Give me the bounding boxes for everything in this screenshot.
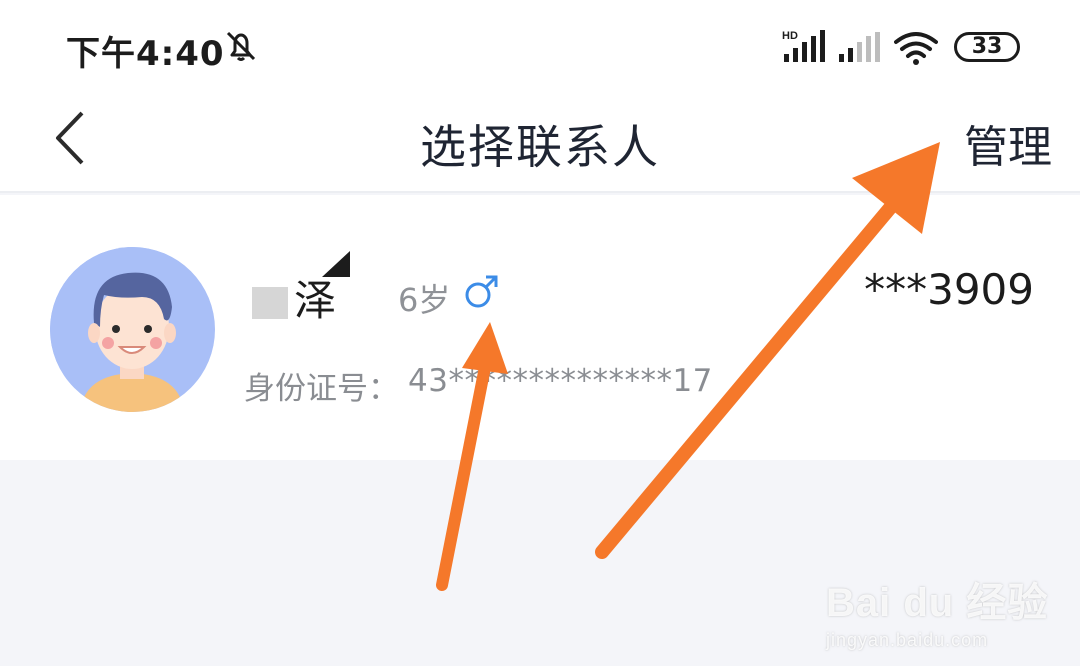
mute-bell-icon xyxy=(226,31,256,61)
boy-avatar-icon xyxy=(50,247,214,412)
watermark-logo: Bai du 经验 xyxy=(826,581,1049,625)
contact-list-item[interactable]: 泽 6岁 ***3909 身份证号： 43**************17 xyxy=(0,195,1080,460)
wifi-icon xyxy=(894,32,938,65)
nav-bar: 选择联系人 管理 xyxy=(0,95,1080,193)
status-bar: 下午4:40 HD 33 xyxy=(0,0,1080,95)
svg-text:HD: HD xyxy=(782,30,798,42)
id-label: 身份证号： xyxy=(244,371,399,407)
baidu-watermark: Bai du 经验 jingyan.baidu.com xyxy=(826,570,1048,651)
hd-signal-icon: HD xyxy=(782,30,825,62)
contact-age: 6岁 xyxy=(398,281,451,319)
signal-icon xyxy=(839,32,880,62)
manage-button[interactable]: 管理 xyxy=(964,111,1052,175)
watermark-url: jingyan.baidu.com xyxy=(826,630,989,650)
page-title: 选择联系人 xyxy=(420,120,660,174)
contact-name: 泽 xyxy=(294,276,337,325)
id-value: 43**************17 xyxy=(408,363,713,399)
battery-icon: 33 xyxy=(954,32,1020,62)
avatar xyxy=(50,247,215,412)
status-time: 下午4:40 xyxy=(66,34,225,74)
contact-phone: ***3909 xyxy=(864,265,1034,314)
male-icon xyxy=(465,275,498,308)
